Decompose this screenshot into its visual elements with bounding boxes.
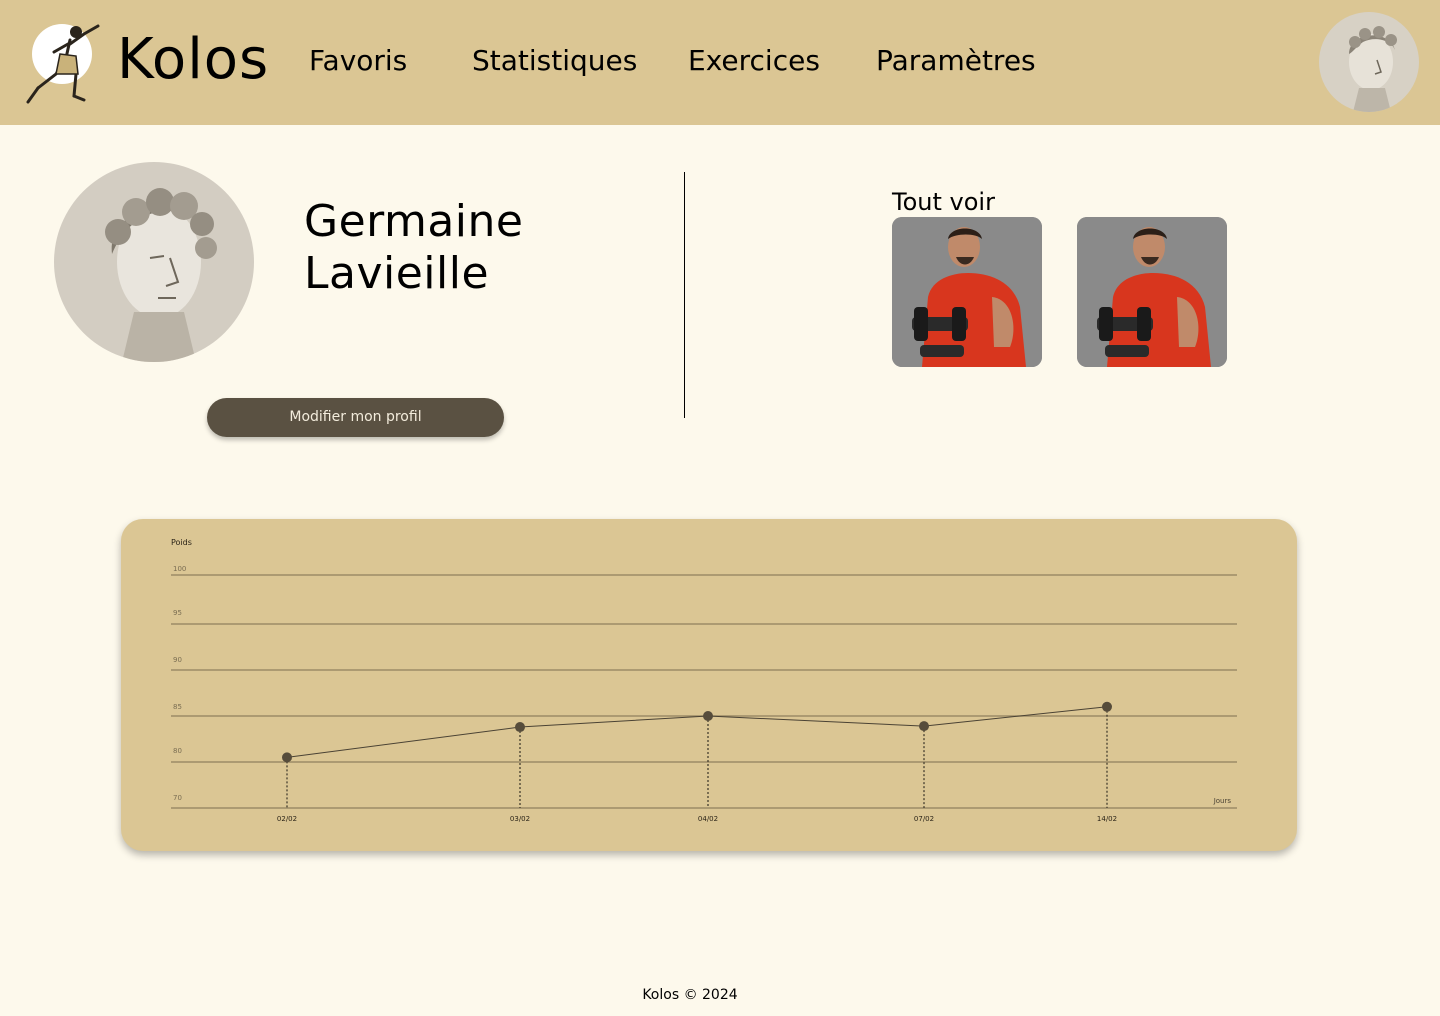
- chart-y-tick-label: 85: [173, 703, 182, 711]
- chart-y-tick-label: 95: [173, 609, 182, 617]
- chart-x-tick-label: 04/02: [698, 815, 718, 823]
- nav-exercices[interactable]: Exercices: [688, 42, 820, 80]
- chart-y-tick-label: 80: [173, 747, 182, 755]
- statue-head-icon: [105, 188, 217, 362]
- statue-head-icon: [1349, 26, 1397, 112]
- chart-data-point: [515, 722, 525, 733]
- favorite-exercise-card[interactable]: [1077, 217, 1227, 367]
- edit-profile-button[interactable]: Modifier mon profil: [207, 398, 504, 437]
- vertical-divider: [684, 172, 685, 418]
- chart-x-tick-label: 14/02: [1097, 815, 1117, 823]
- runner-statue-icon[interactable]: [26, 18, 108, 104]
- chart-x-axis-label: Jours: [1213, 797, 1232, 805]
- chart-y-tick-label: 90: [173, 656, 182, 664]
- chart-data-point: [282, 752, 292, 763]
- see-all-link[interactable]: Tout voir: [892, 186, 995, 218]
- chart-y-tick-label: 100: [173, 565, 186, 573]
- profile-last-name: Lavieille: [304, 248, 490, 299]
- dumbbell-exercise-image: [1077, 217, 1227, 367]
- header-avatar[interactable]: [1319, 12, 1419, 112]
- favorite-exercise-card[interactable]: [892, 217, 1042, 367]
- chart-data-point: [1102, 701, 1112, 712]
- chart-data-point: [703, 711, 713, 721]
- nav-parametres[interactable]: Paramètres: [876, 42, 1036, 80]
- weight-line-chart: Poids 100 95 90 85 80 70 02/02 03/02 04/02 07/02 14…: [171, 538, 1237, 823]
- chart-x-tick-label: 07/02: [914, 815, 934, 823]
- chart-x-tick-label: 03/02: [510, 815, 530, 823]
- chart-data-point: [919, 721, 929, 732]
- profile-first-name: Germaine: [304, 196, 524, 247]
- nav-statistiques[interactable]: Statistiques: [472, 42, 637, 80]
- profile-name: Germaine Lavieille: [304, 196, 524, 300]
- chart-y-axis-label: Poids: [171, 538, 192, 547]
- logo-text[interactable]: Kolos: [117, 26, 269, 94]
- profile-avatar[interactable]: [54, 162, 254, 362]
- header: Kolos Favoris Statistiques Exercices Par…: [0, 0, 1440, 125]
- footer-copyright: Kolos © 2024: [642, 987, 738, 1003]
- chart-series-line: [286, 706, 1108, 758]
- dumbbell-exercise-image: [892, 217, 1042, 367]
- chart-y-tick-label: 70: [173, 794, 182, 802]
- weight-chart-card: Poids 100 95 90 85 80 70 02/02 03/02 04/02 07/02 14…: [121, 519, 1297, 851]
- nav-favoris[interactable]: Favoris: [309, 42, 407, 80]
- chart-x-tick-label: 02/02: [277, 815, 297, 823]
